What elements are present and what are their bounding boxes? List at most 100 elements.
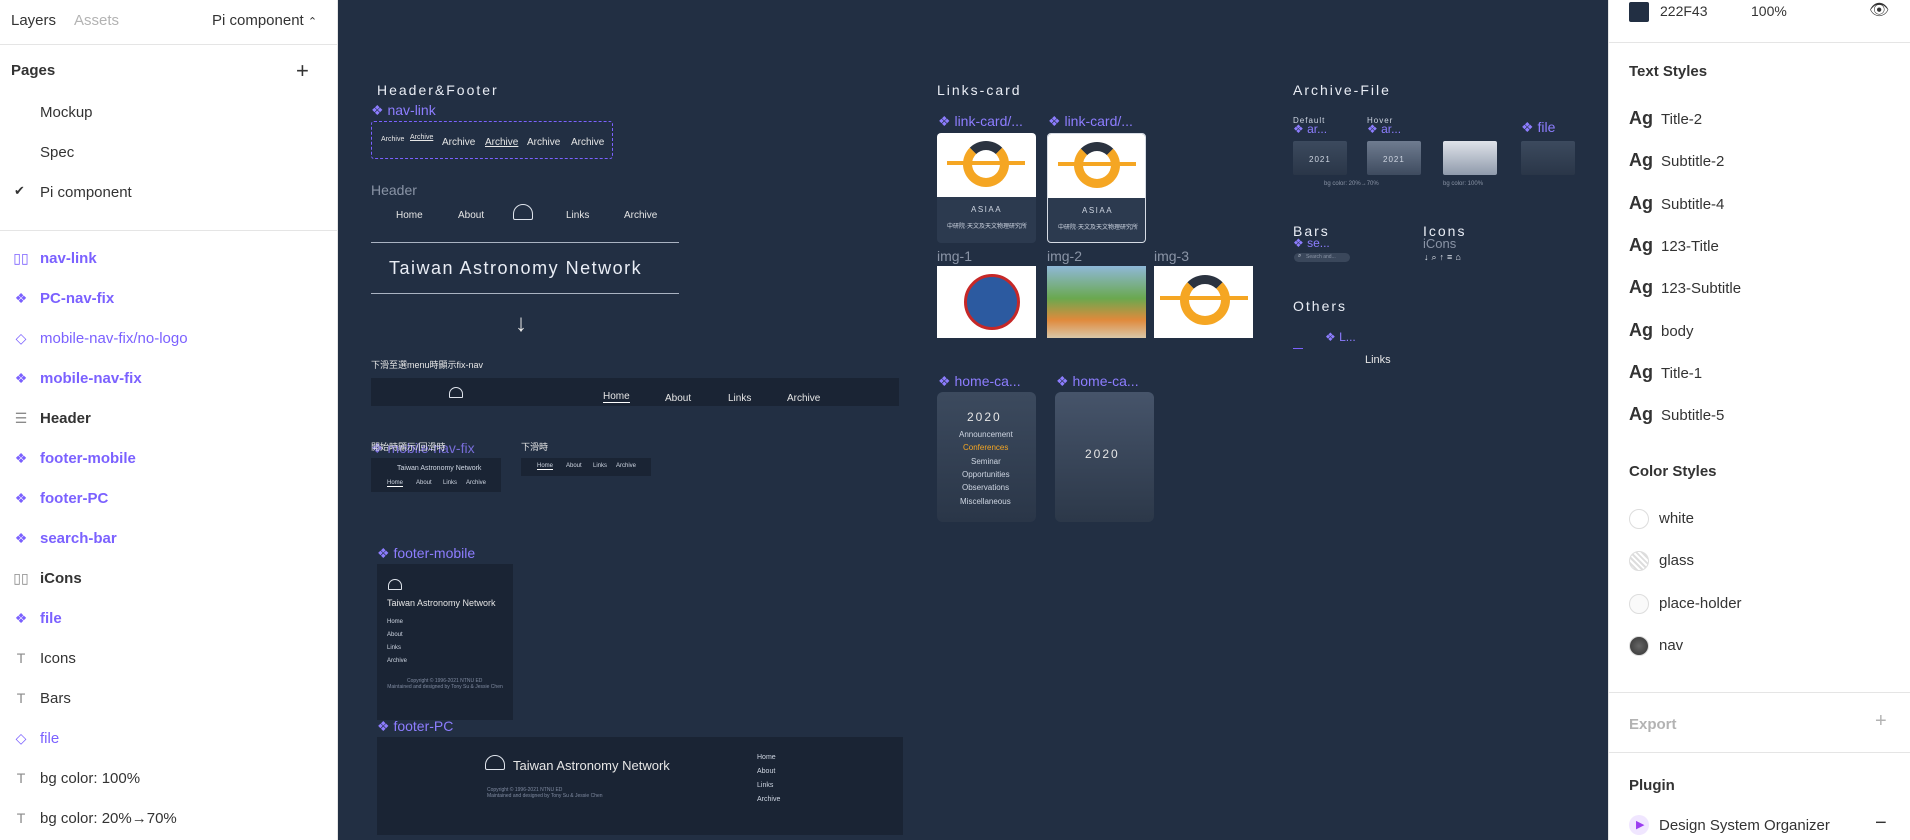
fill-swatch[interactable] xyxy=(1629,2,1649,22)
color-style-place-holder[interactable]: place-holder xyxy=(1629,594,1742,614)
pc-nav-about[interactable]: About xyxy=(665,393,691,404)
component-label-file[interactable]: ❖ file xyxy=(1521,119,1555,136)
home-card-item[interactable]: Observations xyxy=(962,483,1009,492)
pc-nav-home[interactable]: Home xyxy=(603,391,630,403)
component-label-search-bar[interactable]: ❖ se... xyxy=(1293,236,1330,250)
nav-link-variants[interactable]: Archive Archive Archive Archive Archive … xyxy=(371,121,613,159)
color-style-glass[interactable]: glass xyxy=(1629,551,1694,571)
text-style-item[interactable]: Ag Title-1 xyxy=(1629,362,1702,383)
fill-hex[interactable]: 222F43 xyxy=(1660,3,1707,19)
home-card-item-active[interactable]: Conferences xyxy=(963,443,1008,452)
add-page-icon[interactable]: + xyxy=(296,58,309,84)
text-style-item[interactable]: Ag Subtitle-4 xyxy=(1629,193,1724,214)
img-2-landscape-image[interactable] xyxy=(1047,266,1146,338)
page-selector[interactable]: Pi component ⌃ xyxy=(212,12,317,29)
layer-item[interactable]: ❖ footer-PC xyxy=(0,480,338,520)
pc-nav-fix-bar[interactable]: Home About Links Archive xyxy=(371,378,899,406)
footer-pc-frame[interactable]: Taiwan Astronomy Network Copyright © 199… xyxy=(377,737,903,835)
layer-item[interactable]: ❖ file xyxy=(0,600,338,640)
img-3-logo-image[interactable] xyxy=(1154,266,1253,338)
home-card-item[interactable]: Opportunities xyxy=(962,470,1010,479)
component-label-link[interactable]: ❖ L... xyxy=(1325,330,1356,344)
home-card-expanded[interactable]: 2020 Announcement Conferences Seminar Op… xyxy=(937,392,1036,522)
img-1-seal-image[interactable] xyxy=(937,266,1036,338)
play-icon[interactable]: ▶ xyxy=(1629,815,1649,835)
component-label-archive-default[interactable]: ❖ ar... xyxy=(1293,122,1327,136)
text-style-item[interactable]: Ag 123-Subtitle xyxy=(1629,277,1741,298)
footer-link-links[interactable]: Links xyxy=(387,645,401,651)
home-card-item[interactable]: Seminar xyxy=(971,457,1001,466)
page-item-pi-component[interactable]: Pi component xyxy=(40,184,132,201)
footer-link-archive[interactable]: Archive xyxy=(757,796,780,803)
header-nav-home[interactable]: Home xyxy=(396,210,423,221)
links-text-sample[interactable]: Links xyxy=(1365,354,1391,366)
link-card-hover[interactable]: ASIAA 中研院·天文及天文物理研究所 xyxy=(1047,133,1146,243)
pc-nav-links[interactable]: Links xyxy=(728,393,751,404)
archive-folder-hover[interactable]: 2021 xyxy=(1367,141,1421,175)
link-card-default[interactable]: ASIAA 中研院·天文及天文物理研究所 xyxy=(937,133,1036,243)
layer-item[interactable]: ❖ footer-mobile xyxy=(0,440,338,480)
footer-mobile-frame[interactable]: Taiwan Astronomy Network Home About Link… xyxy=(377,564,513,720)
tab-assets[interactable]: Assets xyxy=(74,12,119,29)
footer-link-home[interactable]: Home xyxy=(387,619,403,625)
file-folder-solid[interactable] xyxy=(1443,141,1497,175)
mobile-nav-about[interactable]: About xyxy=(416,480,432,486)
mobile-nav-about[interactable]: About xyxy=(566,463,582,469)
remove-plugin-icon[interactable]: − xyxy=(1875,812,1887,835)
mobile-nav-scrolled[interactable]: Home About Links Archive xyxy=(521,458,651,476)
layer-item[interactable]: Tbg color: 100% xyxy=(0,760,338,800)
text-style-item[interactable]: Ag Subtitle-2 xyxy=(1629,150,1724,171)
text-style-item[interactable]: Ag Subtitle-5 xyxy=(1629,404,1724,425)
layer-item[interactable]: T Icons xyxy=(0,640,338,680)
footer-link-about[interactable]: About xyxy=(387,632,403,638)
layer-item[interactable]: ❖ PC-nav-fix xyxy=(0,280,338,320)
header-nav-archive[interactable]: Archive xyxy=(624,210,657,221)
component-label-home-card-2[interactable]: ❖ home-ca... xyxy=(1056,373,1139,390)
component-label-footer-mobile[interactable]: ❖ footer-mobile xyxy=(377,545,475,562)
plugin-name[interactable]: Design System Organizer xyxy=(1659,817,1830,834)
component-label-link-card-1[interactable]: ❖ link-card/... xyxy=(938,113,1023,130)
component-label-nav-link[interactable]: ❖ nav-link xyxy=(371,102,436,119)
search-bar-sample[interactable]: ⌕ Search and... xyxy=(1294,253,1350,262)
mobile-nav-archive[interactable]: Archive xyxy=(466,480,486,486)
layer-item[interactable]: T Bars xyxy=(0,680,338,720)
mobile-nav-home[interactable]: Home xyxy=(537,463,554,470)
eye-icon[interactable]: 👁 xyxy=(1869,0,1889,20)
home-card-item[interactable]: Announcement xyxy=(959,430,1013,439)
page-item-mockup[interactable]: Mockup xyxy=(40,104,93,121)
tab-layers[interactable]: Layers xyxy=(11,12,56,29)
layer-item[interactable]: ▯▯ iCons xyxy=(0,560,338,600)
header-nav-about[interactable]: About xyxy=(458,210,484,221)
layer-item[interactable]: ▯▯ nav-link xyxy=(0,240,338,280)
layer-item[interactable]: ❖ search-bar xyxy=(0,520,338,560)
file-folder-glass[interactable] xyxy=(1521,141,1575,175)
component-label-link-card-2[interactable]: ❖ link-card/... xyxy=(1048,113,1133,130)
layer-item[interactable]: Tbg color: 20%→70% xyxy=(0,800,338,840)
header-nav-links[interactable]: Links xyxy=(566,210,589,221)
text-style-item[interactable]: Ag 123-Title xyxy=(1629,235,1719,256)
text-style-item[interactable]: Ag body xyxy=(1629,320,1694,341)
footer-link-home[interactable]: Home xyxy=(757,754,776,761)
layer-item[interactable]: ◇ file xyxy=(0,720,338,760)
add-export-icon[interactable]: + xyxy=(1875,710,1887,733)
color-style-nav[interactable]: nav xyxy=(1629,636,1683,656)
component-label-archive-hover[interactable]: ❖ ar... xyxy=(1367,122,1401,136)
mobile-nav-archive[interactable]: Archive xyxy=(616,463,636,469)
component-label-home-card-1[interactable]: ❖ home-ca... xyxy=(938,373,1021,390)
layer-item[interactable]: ☰ Header xyxy=(0,400,338,440)
color-style-white[interactable]: white xyxy=(1629,509,1694,529)
layer-item[interactable]: ❖ mobile-nav-fix xyxy=(0,360,338,400)
mobile-nav-links[interactable]: Links xyxy=(443,480,457,486)
pc-nav-archive[interactable]: Archive xyxy=(787,393,820,404)
fill-opacity[interactable]: 100% xyxy=(1751,3,1787,19)
home-card-collapsed[interactable]: 2020 xyxy=(1055,392,1154,522)
design-canvas[interactable]: Header&Footer ❖ nav-link Archive Archive… xyxy=(339,0,1607,840)
text-style-item[interactable]: Ag Title-2 xyxy=(1629,108,1702,129)
footer-link-about[interactable]: About xyxy=(757,768,775,775)
page-item-spec[interactable]: Spec xyxy=(40,144,74,161)
home-card-item[interactable]: Miscellaneous xyxy=(960,497,1011,506)
layer-item[interactable]: ◇ mobile-nav-fix/no-logo xyxy=(0,320,338,360)
archive-folder-default[interactable]: 2021 xyxy=(1293,141,1347,175)
mobile-nav-open[interactable]: Taiwan Astronomy Network Home About Link… xyxy=(371,458,501,492)
footer-link-archive[interactable]: Archive xyxy=(387,658,407,664)
